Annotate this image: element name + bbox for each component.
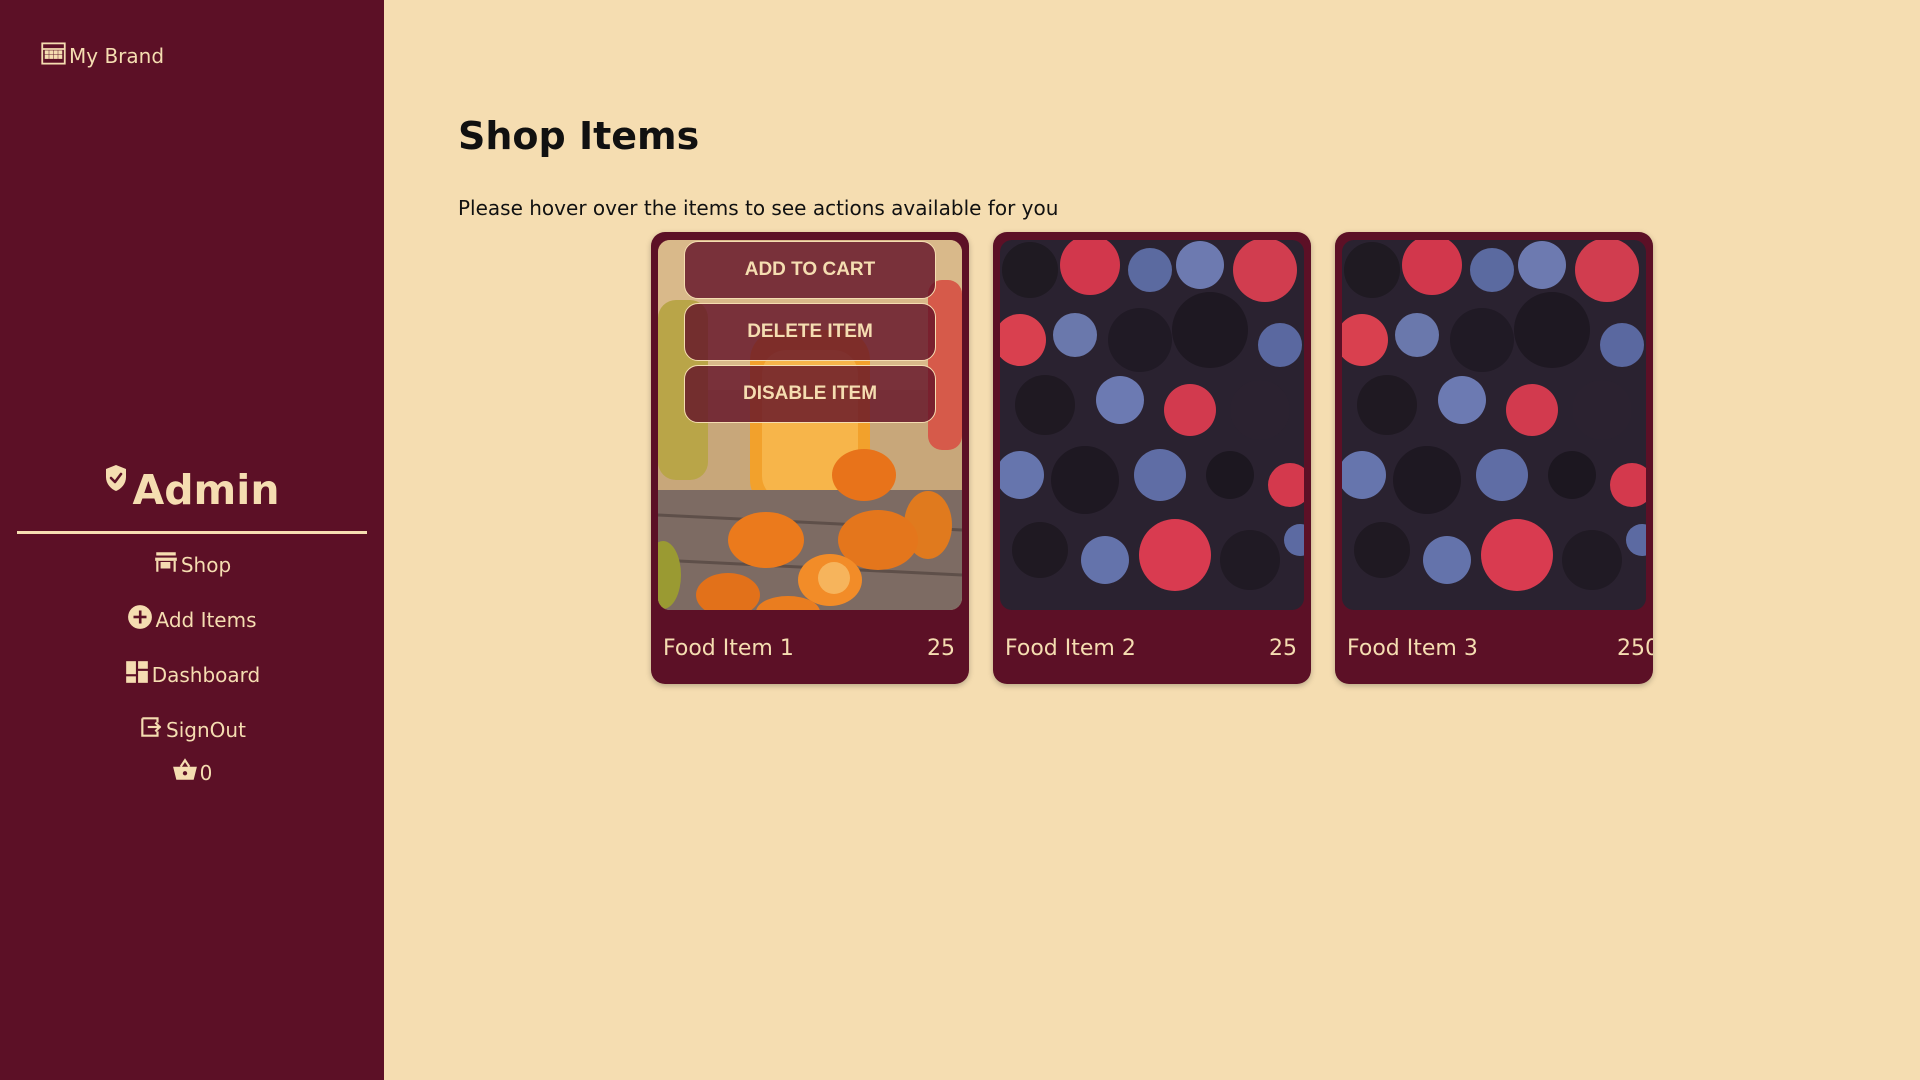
store-icon (153, 549, 179, 580)
cart-indicator[interactable]: 0 (0, 757, 384, 788)
signout-icon (138, 714, 164, 745)
product-image (1342, 240, 1646, 610)
product-card[interactable]: ADD TO CART DELETE ITEM DISABLE ITEM Foo… (651, 232, 969, 684)
product-image (1000, 240, 1304, 610)
sidebar-item-shop[interactable]: Shop (0, 549, 384, 580)
page-title: Shop Items (458, 114, 700, 158)
disable-item-button[interactable]: DISABLE ITEM (684, 365, 936, 423)
sidebar-item-label: Dashboard (151, 662, 261, 687)
add-to-cart-button[interactable]: ADD TO CART (684, 241, 936, 299)
product-price: 2500 (1617, 636, 1653, 661)
admin-title: Admin (132, 466, 280, 514)
cart-count: 0 (199, 760, 213, 785)
sidebar-item-label: Add Items (155, 607, 257, 632)
product-name: Food Item 1 (663, 636, 794, 661)
sidebar-item-signout[interactable]: SignOut (0, 714, 384, 745)
delete-item-button[interactable]: DELETE ITEM (684, 303, 936, 361)
page-subtitle: Please hover over the items to see actio… (458, 196, 1059, 220)
product-name: Food Item 2 (1005, 636, 1136, 661)
sidebar-item-dashboard[interactable]: Dashboard (0, 659, 384, 690)
product-price: 25 (927, 636, 955, 661)
basket-icon (172, 757, 198, 788)
brand-label: My Brand (69, 44, 165, 68)
sidebar-item-label: SignOut (166, 717, 246, 742)
admin-heading: Admin (0, 458, 384, 513)
sidebar-divider (17, 531, 367, 534)
sidebar-item-add-items[interactable]: Add Items (0, 604, 384, 635)
product-card[interactable]: Food Item 3 2500 (1335, 232, 1653, 684)
product-name: Food Item 3 (1347, 636, 1478, 661)
dashboard-grid-icon (124, 659, 150, 690)
sidebar-item-label: Shop (180, 552, 232, 577)
plus-circle-icon (127, 604, 153, 635)
building-icon (40, 40, 67, 72)
brand-link[interactable]: My Brand (40, 40, 164, 72)
product-card[interactable]: Food Item 2 25 (993, 232, 1311, 684)
shield-check-icon (104, 458, 128, 496)
product-price: 25 (1269, 636, 1297, 661)
sidebar: My Brand Admin Shop Add Items Dashboard … (0, 0, 384, 1080)
